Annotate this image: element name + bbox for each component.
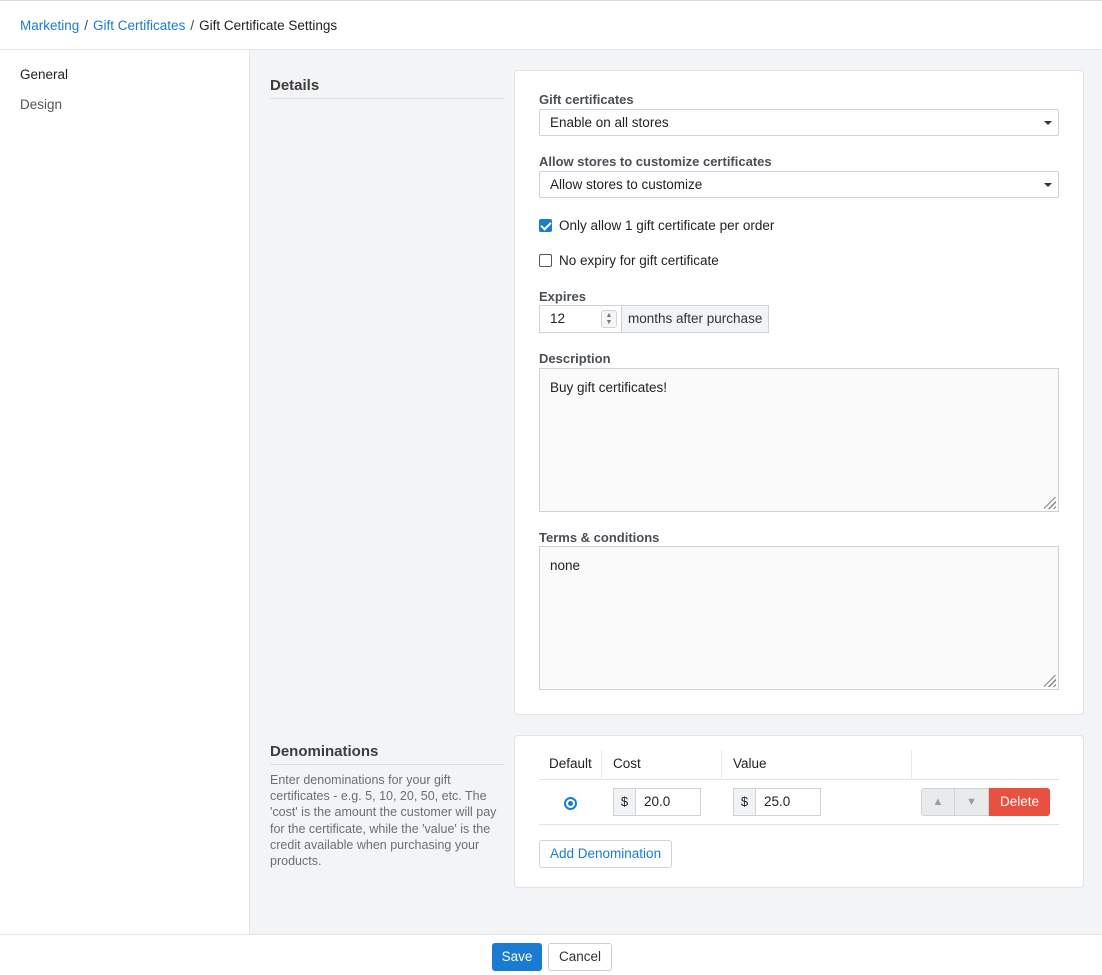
chevron-down-icon bbox=[1044, 121, 1052, 125]
description-label: Description bbox=[539, 351, 611, 366]
only-one-checkbox-row[interactable]: Only allow 1 gift certificate per order bbox=[539, 218, 774, 233]
details-section-title: Details bbox=[270, 77, 504, 99]
sidebar-item-design[interactable]: Design bbox=[0, 98, 249, 128]
cancel-button[interactable]: Cancel bbox=[548, 943, 612, 971]
description-value: Buy gift certificates! bbox=[550, 380, 668, 395]
no-expiry-checkbox[interactable] bbox=[539, 254, 552, 267]
spinner-icon[interactable]: ▲ ▼ bbox=[601, 310, 617, 328]
details-card: Gift certificates Enable on all stores A… bbox=[514, 70, 1084, 715]
currency-prefix: $ bbox=[733, 788, 755, 816]
breadcrumb-gift-certificates-link[interactable]: Gift Certificates bbox=[93, 18, 185, 33]
delete-button[interactable]: Delete bbox=[989, 788, 1050, 816]
expires-input[interactable]: 12 ▲ ▼ bbox=[539, 305, 621, 333]
breadcrumb-marketing-link[interactable]: Marketing bbox=[20, 18, 79, 33]
description-textarea[interactable]: Buy gift certificates! bbox=[539, 368, 1059, 512]
breadcrumb-separator: / bbox=[190, 18, 195, 33]
move-down-button[interactable]: ▼ bbox=[955, 788, 989, 816]
save-button[interactable]: Save bbox=[492, 943, 542, 971]
cost-input[interactable]: $ 20.0 bbox=[613, 788, 701, 816]
table-row: $ 20.0 $ 25.0 ▲ ▼ Delete bbox=[539, 780, 1059, 825]
default-radio[interactable] bbox=[564, 797, 577, 810]
column-divider bbox=[601, 750, 602, 780]
expires-suffix: months after purchase bbox=[621, 305, 770, 333]
terms-label: Terms & conditions bbox=[539, 530, 660, 545]
header-value: Value bbox=[733, 756, 767, 771]
no-expiry-label: No expiry for gift certificate bbox=[559, 253, 719, 268]
chevron-down-icon bbox=[1044, 183, 1052, 187]
main-content: Details Gift certificates Enable on all … bbox=[250, 50, 1102, 934]
expires-label: Expires bbox=[539, 289, 586, 304]
customize-label: Allow stores to customize certificates bbox=[539, 154, 772, 169]
table-header: Default Cost Value bbox=[539, 750, 1059, 780]
resize-grip-icon[interactable] bbox=[1044, 497, 1056, 509]
breadcrumb: Marketing / Gift Certificates / Gift Certifi… bbox=[0, 0, 1102, 50]
terms-value: none bbox=[550, 558, 581, 573]
expires-value: 12 bbox=[550, 311, 566, 326]
value-input[interactable]: $ 25.0 bbox=[733, 788, 821, 816]
cost-value[interactable]: 20.0 bbox=[635, 788, 701, 816]
header-default: Default bbox=[549, 756, 592, 771]
gift-certificates-label: Gift certificates bbox=[539, 92, 634, 107]
denominations-section-title: Denominations bbox=[270, 743, 504, 765]
resize-grip-icon[interactable] bbox=[1044, 675, 1056, 687]
sidebar-item-general[interactable]: General bbox=[0, 68, 249, 98]
breadcrumb-separator: / bbox=[84, 18, 89, 33]
terms-textarea[interactable]: none bbox=[539, 546, 1059, 690]
column-divider bbox=[721, 750, 722, 780]
currency-prefix: $ bbox=[613, 788, 635, 816]
gift-certificates-select-value: Enable on all stores bbox=[550, 115, 669, 130]
footer-bar: Save Cancel bbox=[0, 934, 1102, 975]
denominations-help: Enter denominations for your gift certif… bbox=[270, 773, 497, 869]
header-cost: Cost bbox=[613, 756, 641, 771]
gift-certificates-select[interactable]: Enable on all stores bbox=[539, 109, 1059, 136]
sidebar: General Design bbox=[0, 50, 250, 934]
column-divider bbox=[911, 750, 912, 780]
customize-select-value: Allow stores to customize bbox=[550, 177, 703, 192]
breadcrumb-current: Gift Certificate Settings bbox=[199, 18, 338, 33]
move-up-button[interactable]: ▲ bbox=[921, 788, 955, 816]
no-expiry-checkbox-row[interactable]: No expiry for gift certificate bbox=[539, 253, 719, 268]
only-one-checkbox[interactable] bbox=[539, 219, 552, 232]
only-one-label: Only allow 1 gift certificate per order bbox=[559, 218, 775, 233]
customize-select[interactable]: Allow stores to customize bbox=[539, 171, 1059, 198]
denominations-table: Default Cost Value $ 20.0 $ 25.0 ▲ ▼ Del… bbox=[539, 750, 1059, 825]
denominations-card: Default Cost Value $ 20.0 $ 25.0 ▲ ▼ Del… bbox=[514, 735, 1084, 888]
value-value[interactable]: 25.0 bbox=[755, 788, 821, 816]
add-denomination-button[interactable]: Add Denomination bbox=[539, 840, 673, 868]
